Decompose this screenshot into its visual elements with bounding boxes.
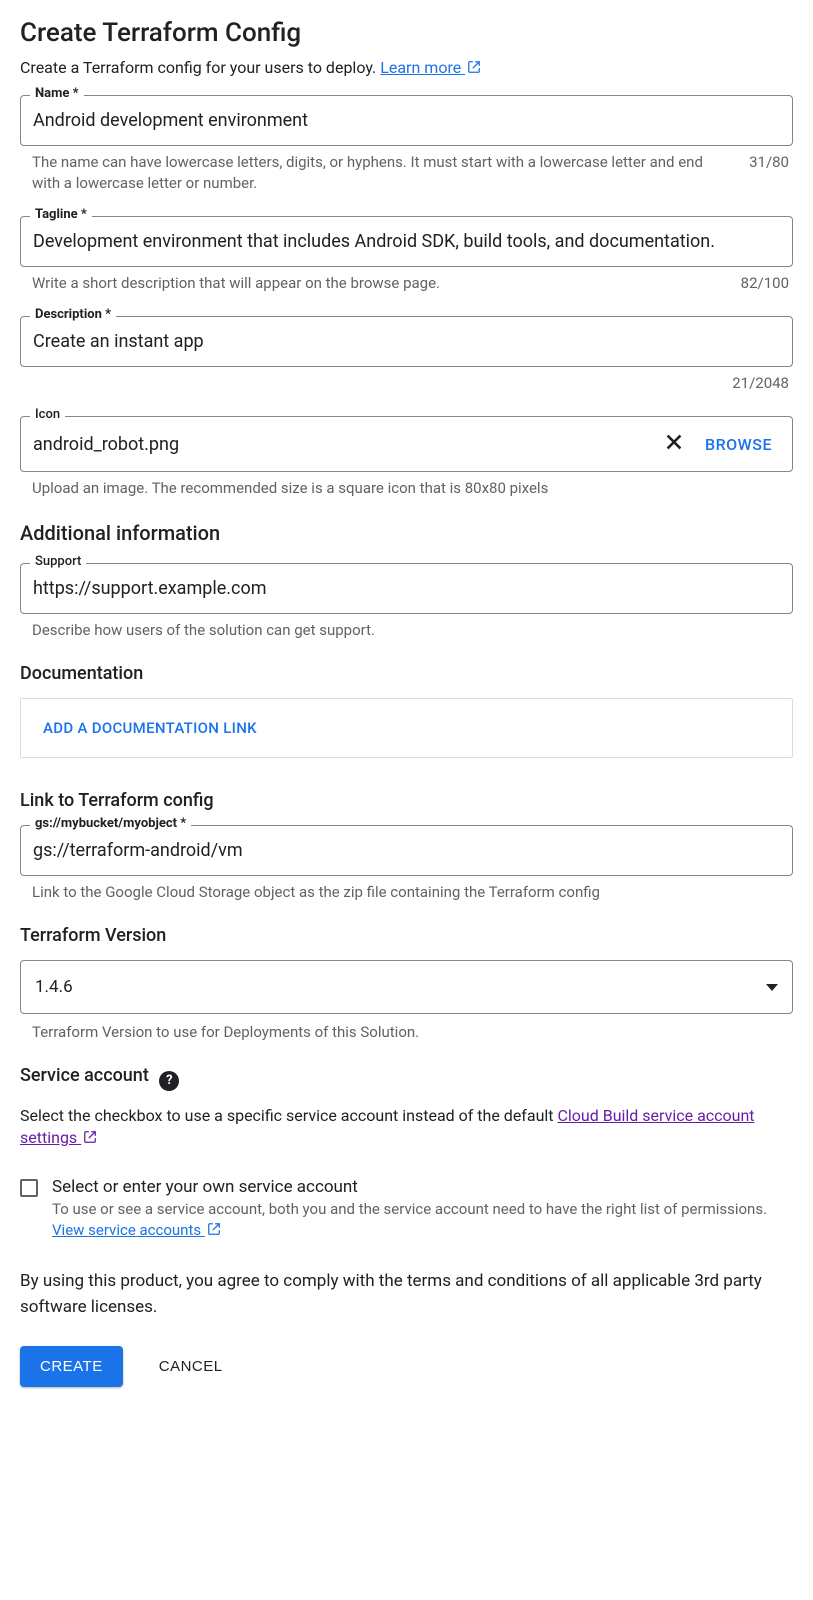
tf-version-select[interactable]: 1.4.6	[20, 960, 793, 1014]
description-input[interactable]	[33, 331, 780, 352]
tf-version-heading: Terraform Version	[20, 925, 793, 946]
description-field: Description *	[20, 316, 793, 367]
support-field: Support	[20, 563, 793, 614]
name-label: Name *	[30, 86, 84, 101]
gcs-helper: Link to the Google Cloud Storage object …	[32, 882, 600, 903]
tagline-counter: 82/100	[725, 273, 789, 294]
icon-label: Icon	[30, 407, 65, 422]
name-input[interactable]	[33, 110, 780, 131]
tagline-label: Tagline *	[30, 207, 92, 222]
intro-text-content: Create a Terraform config for your users…	[20, 58, 380, 77]
tagline-helper: Write a short description that will appe…	[32, 273, 440, 294]
cancel-button[interactable]: CANCEL	[153, 1357, 229, 1376]
icon-input[interactable]	[33, 434, 651, 455]
name-counter: 31/80	[733, 152, 789, 194]
intro-text: Create a Terraform config for your users…	[20, 58, 793, 77]
external-link-icon	[207, 1222, 221, 1236]
chevron-down-icon	[766, 984, 778, 991]
link-tf-heading: Link to Terraform config	[20, 790, 793, 811]
learn-more-link[interactable]: Learn more	[380, 58, 481, 77]
view-service-accounts-link[interactable]: View service accounts	[52, 1221, 221, 1239]
external-link-icon	[83, 1130, 97, 1144]
icon-helper: Upload an image. The recommended size is…	[32, 478, 548, 499]
support-input[interactable]	[33, 578, 780, 599]
gcs-field: gs://mybucket/myobject *	[20, 825, 793, 876]
support-label: Support	[30, 554, 86, 569]
name-helper: The name can have lowercase letters, dig…	[32, 152, 733, 194]
close-icon[interactable]	[659, 431, 689, 457]
name-field: Name *	[20, 95, 793, 146]
add-documentation-link-button[interactable]: ADD A DOCUMENTATION LINK	[43, 719, 257, 737]
service-account-checkbox-sub: To use or see a service account, both yo…	[52, 1199, 793, 1241]
page-title: Create Terraform Config	[20, 18, 793, 48]
agreement-text: By using this product, you agree to comp…	[20, 1269, 793, 1320]
service-account-checkbox-label: Select or enter your own service account	[52, 1177, 793, 1197]
tagline-field: Tagline *	[20, 216, 793, 267]
tf-version-helper: Terraform Version to use for Deployments…	[32, 1022, 419, 1043]
gcs-label: gs://mybucket/myobject *	[30, 816, 191, 831]
support-helper: Describe how users of the solution can g…	[32, 620, 375, 641]
help-icon[interactable]: ?	[159, 1071, 179, 1091]
service-account-checkbox-row: Select or enter your own service account…	[20, 1177, 793, 1241]
description-label: Description *	[30, 307, 116, 322]
documentation-box: ADD A DOCUMENTATION LINK	[20, 698, 793, 758]
create-button[interactable]: CREATE	[20, 1346, 123, 1387]
service-account-description: Select the checkbox to use a specific se…	[20, 1105, 793, 1150]
service-account-checkbox[interactable]	[20, 1179, 38, 1197]
tf-version-value: 1.4.6	[35, 977, 73, 997]
browse-button[interactable]: BROWSE	[697, 435, 780, 454]
external-link-icon	[467, 60, 481, 74]
gcs-input[interactable]	[33, 840, 780, 861]
description-counter: 21/2048	[716, 373, 789, 394]
service-account-heading: Service account ?	[20, 1065, 793, 1091]
tagline-input[interactable]	[33, 231, 780, 252]
documentation-heading: Documentation	[20, 663, 793, 684]
icon-field: Icon BROWSE	[20, 416, 793, 472]
additional-info-heading: Additional information	[20, 521, 793, 545]
